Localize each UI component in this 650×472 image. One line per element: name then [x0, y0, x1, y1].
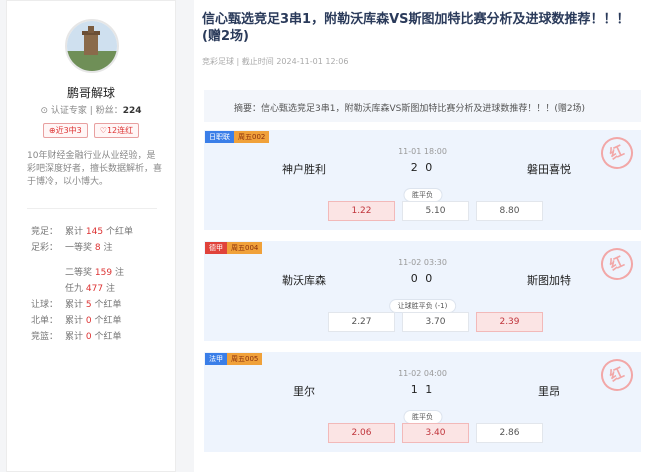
market-label: 让球胜平负 (-1) [388, 299, 457, 313]
odds-cell[interactable]: 2.39 [476, 312, 543, 332]
odds-cell[interactable]: 3.70 [402, 312, 469, 332]
stat-zucai-3: 任九 477 注 [65, 284, 115, 294]
market-label: 胜平负 [403, 188, 442, 202]
match-time: 11-02 04:00 [398, 369, 447, 378]
match-card: 法甲 周五005 11-02 04:00 里尔 1 1 里昂 胜平负 2.06 3.40 2.86… [204, 352, 641, 452]
league-name: 法甲 [205, 353, 227, 365]
match-card: 日职联 周五002 11-01 18:00 神户胜利 2 0 磐田喜悦 胜平负 1.22 5.1… [204, 130, 641, 230]
away-team: 磐田喜悦 [527, 163, 571, 176]
fans-count: 224 [122, 106, 142, 116]
odds-cell[interactable]: 5.10 [402, 201, 469, 221]
author-sidebar: 鹏哥解球 ⊙ 认证专家 | 粉丝：224 ⊕近3中3 ♡12连红 10年财经金融… [6, 0, 176, 472]
league-name: 德甲 [205, 242, 227, 254]
author-name[interactable]: 鹏哥解球 [7, 84, 175, 101]
stat-rangqiu: 让球： 累计 5 个红单 [31, 300, 122, 310]
match-card: 德甲 周五004 11-02 03:30 勒沃库森 0 0 斯图加特 让球胜平负 (-1) 2… [204, 241, 641, 341]
match-time: 11-02 03:30 [398, 258, 447, 267]
sidebar-divider [27, 208, 157, 209]
avatar[interactable] [65, 19, 119, 73]
league-name: 日职联 [205, 131, 234, 143]
league-tag: 德甲 周五004 [205, 242, 263, 254]
stat-beidan: 北单： 累计 0 个红单 [31, 316, 122, 326]
match-code: 周五005 [227, 353, 263, 365]
fans-label: 粉丝： [95, 106, 123, 116]
match-code: 周五004 [227, 242, 263, 254]
odds-row: 2.27 3.70 2.39 [328, 312, 543, 332]
deadline-label: 截止时间 [241, 57, 274, 66]
stat-zucai-1: 足彩： 一等奖 8 注 [31, 243, 113, 253]
match-time: 11-01 18:00 [398, 147, 447, 156]
author-bio: 10年财经金融行业从业经验，是彩吧深度好者，擅长数据解析，喜于博冷，以小博大。 [27, 151, 163, 187]
cert-label: 认证专家 [50, 106, 87, 116]
deadline-time: 2024-11-01 12:06 [276, 57, 349, 66]
author-badges: ⊕近3中3 ♡12连红 [7, 123, 175, 138]
article-meta: 竞彩足球 | 截止时间 2024-11-01 12:06 [202, 57, 349, 66]
streak-badge: ♡12连红 [93, 123, 140, 138]
odds-cell[interactable]: 2.06 [328, 423, 395, 443]
article-main: 信心甄选竞足3串1，附勒沃库森VS斯图加特比赛分析及进球数推荐！！！(赠2场) … [194, 0, 650, 472]
odds-cell[interactable]: 2.86 [476, 423, 543, 443]
article-category[interactable]: 竞彩足球 [202, 57, 234, 66]
odds-cell[interactable]: 1.22 [328, 201, 395, 221]
verified-icon: ⊙ [40, 106, 49, 116]
odds-cell[interactable]: 3.40 [402, 423, 469, 443]
market-label: 胜平负 [403, 410, 442, 424]
stat-jingzu: 竞足： 累计 145 个红单 [31, 227, 133, 237]
recent-badge: ⊕近3中3 [42, 123, 88, 138]
away-team: 斯图加特 [527, 274, 571, 287]
match-code: 周五002 [234, 131, 270, 143]
stat-zucai-2: 二等奖 159 注 [65, 268, 124, 278]
odds-row: 1.22 5.10 8.80 [328, 201, 543, 221]
odds-row: 2.06 3.40 2.86 [328, 423, 543, 443]
author-stats: 竞足： 累计 145 个红单 足彩： 一等奖 8 注 二等奖 159 注 任九 … [31, 224, 171, 345]
odds-cell[interactable]: 2.27 [328, 312, 395, 332]
odds-cell[interactable]: 8.80 [476, 201, 543, 221]
author-meta: ⊙ 认证专家 | 粉丝：224 [40, 106, 142, 116]
stat-jinglan: 竞篮： 累计 0 个红单 [31, 332, 122, 342]
article-title: 信心甄选竞足3串1，附勒沃库森VS斯图加特比赛分析及进球数推荐！！！(赠2场) [202, 12, 630, 44]
league-tag: 日职联 周五002 [205, 131, 270, 143]
away-team: 里昂 [538, 385, 560, 398]
league-tag: 法甲 周五005 [205, 353, 263, 365]
article-summary: 摘要：信心甄选竞足3串1，附勒沃库森VS斯图加特比赛分析及进球数推荐！！！(赠2… [204, 90, 641, 122]
